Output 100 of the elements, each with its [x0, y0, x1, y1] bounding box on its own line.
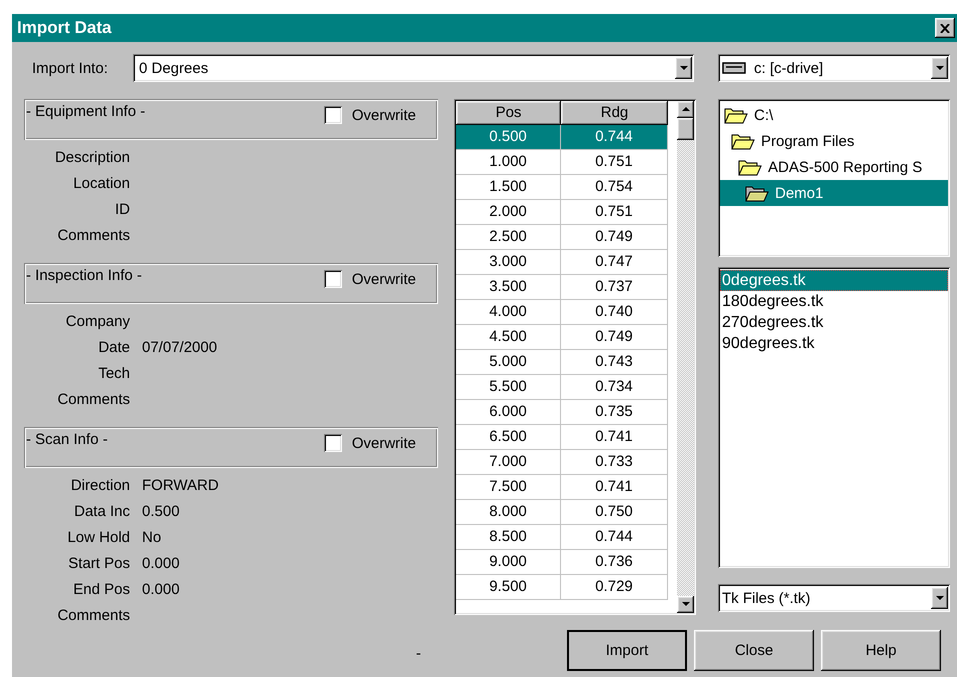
folder-item[interactable]: Program Files	[720, 128, 948, 154]
table-cell: 0.740	[561, 300, 668, 325]
table-cell: 0.754	[561, 175, 668, 200]
field-value: FORWARD	[142, 476, 219, 494]
field-label: Start Pos	[67, 554, 130, 572]
help-button[interactable]: Help	[821, 630, 941, 671]
checkbox[interactable]	[324, 270, 342, 288]
table-cell: 9.500	[456, 575, 561, 600]
table-row[interactable]: 3.500 0.737	[456, 275, 668, 300]
table-cell: 8.000	[456, 500, 561, 525]
folder-item[interactable]: ADAS-500 Reporting S	[720, 154, 948, 180]
table-cell: 0.741	[561, 425, 668, 450]
table-cell: 0.734	[561, 375, 668, 400]
table-row[interactable]: 4.500 0.749	[456, 325, 668, 350]
table-row[interactable]: 2.500 0.749	[456, 225, 668, 250]
table-cell: 1.500	[456, 175, 561, 200]
table-row[interactable]: 9.500 0.729	[456, 575, 668, 600]
checkbox-label[interactable]: Overwrite	[352, 106, 416, 124]
checkbox[interactable]	[324, 434, 342, 452]
close-icon	[940, 24, 950, 32]
table-row[interactable]: 4.000 0.740	[456, 300, 668, 325]
group-title: - Equipment Info -	[26, 102, 146, 122]
table-cell: 5.000	[456, 350, 561, 375]
table-cell: 6.500	[456, 425, 561, 450]
caret-icon	[936, 596, 944, 600]
folder-item[interactable]: Demo1	[720, 180, 948, 206]
field-label: Comments	[56, 226, 130, 244]
column-header[interactable]: Pos	[456, 101, 561, 125]
field-label: Description	[54, 148, 130, 166]
table-cell: 0.744	[561, 125, 668, 150]
import-button[interactable]: Import	[567, 630, 687, 671]
field-label: Comments	[56, 390, 130, 408]
table-cell: 7.500	[456, 475, 561, 500]
scroll-up-button[interactable]	[677, 101, 694, 118]
group-title: - Scan Info -	[26, 430, 108, 450]
folder-icon	[745, 184, 769, 202]
table-row[interactable]: 3.000 0.747	[456, 250, 668, 275]
table-cell: 1.000	[456, 150, 561, 175]
close-button[interactable]: Close	[694, 630, 814, 671]
field-label: Date	[97, 338, 130, 356]
table-cell: 4.500	[456, 325, 561, 350]
table-row[interactable]: 6.000 0.735	[456, 400, 668, 425]
up-arrow-icon	[682, 107, 690, 112]
dropdown-button[interactable]	[931, 57, 948, 79]
file-type-dropdown[interactable]: Tk Files (*.tk)	[718, 584, 950, 612]
table-row[interactable]: 8.000 0.750	[456, 500, 668, 525]
scroll-down-button[interactable]	[677, 596, 694, 613]
field-value: 07/07/2000	[142, 338, 218, 356]
window-title: Import Data	[17, 18, 112, 38]
table-row[interactable]: 0.500 0.744	[456, 125, 668, 150]
field-label: Location	[72, 174, 130, 192]
field-label: Import Into:	[31, 60, 109, 76]
field-label: Low Hold	[66, 528, 130, 546]
table-row[interactable]: 9.000 0.736	[456, 550, 668, 575]
field-label: Data Inc	[73, 502, 130, 520]
scrollbar[interactable]	[677, 101, 694, 613]
checkbox[interactable]	[324, 106, 342, 124]
checkbox-label[interactable]: Overwrite	[352, 270, 416, 288]
checkbox-label[interactable]: Overwrite	[352, 434, 416, 452]
table-row[interactable]: 5.500 0.734	[456, 375, 668, 400]
table-cell: 3.500	[456, 275, 561, 300]
table-row[interactable]: 5.000 0.743	[456, 350, 668, 375]
table-cell: 9.000	[456, 550, 561, 575]
table-cell: 0.729	[561, 575, 668, 600]
file-item[interactable]: 90degrees.tk	[720, 333, 948, 354]
table-cell: 5.500	[456, 375, 561, 400]
file-item[interactable]: 270degrees.tk	[720, 312, 948, 333]
folder-icon	[731, 132, 755, 150]
field-label: Tech	[97, 364, 130, 382]
table-row[interactable]: 1.000 0.751	[456, 150, 668, 175]
caret-icon	[680, 66, 688, 70]
table-row[interactable]: 7.500 0.741	[456, 475, 668, 500]
group-title: - Inspection Info -	[26, 266, 142, 286]
table-row[interactable]: 2.000 0.751	[456, 200, 668, 225]
close-button[interactable]	[935, 18, 955, 38]
file-item[interactable]: 0degrees.tk	[720, 270, 948, 291]
drive-icon	[722, 62, 746, 74]
folder-item[interactable]: C:\	[720, 102, 948, 128]
table-cell: 0.751	[561, 200, 668, 225]
caret-icon	[936, 66, 944, 70]
table-row[interactable]: 6.500 0.741	[456, 425, 668, 450]
dropdown-button[interactable]	[931, 587, 948, 609]
column-header[interactable]: Rdg	[561, 101, 668, 125]
dropdown[interactable]: 0 Degrees	[133, 54, 694, 82]
table-row[interactable]: 1.500 0.754	[456, 175, 668, 200]
table-cell: 0.733	[561, 450, 668, 475]
field-label: Direction	[70, 476, 130, 494]
table-row[interactable]: 8.500 0.744	[456, 525, 668, 550]
scroll-thumb[interactable]	[677, 118, 694, 140]
dropdown-button[interactable]	[675, 57, 692, 79]
table-row[interactable]: 7.000 0.733	[456, 450, 668, 475]
table-cell: 4.000	[456, 300, 561, 325]
table-cell: 7.000	[456, 450, 561, 475]
table-cell: 0.741	[561, 475, 668, 500]
drive-dropdown[interactable]: c: [c-drive]	[718, 54, 950, 82]
field-label: Company	[64, 312, 130, 330]
table-cell: 0.500	[456, 125, 561, 150]
field-label: End Pos	[72, 580, 130, 598]
file-item[interactable]: 180degrees.tk	[720, 291, 948, 312]
table-cell: 0.750	[561, 500, 668, 525]
